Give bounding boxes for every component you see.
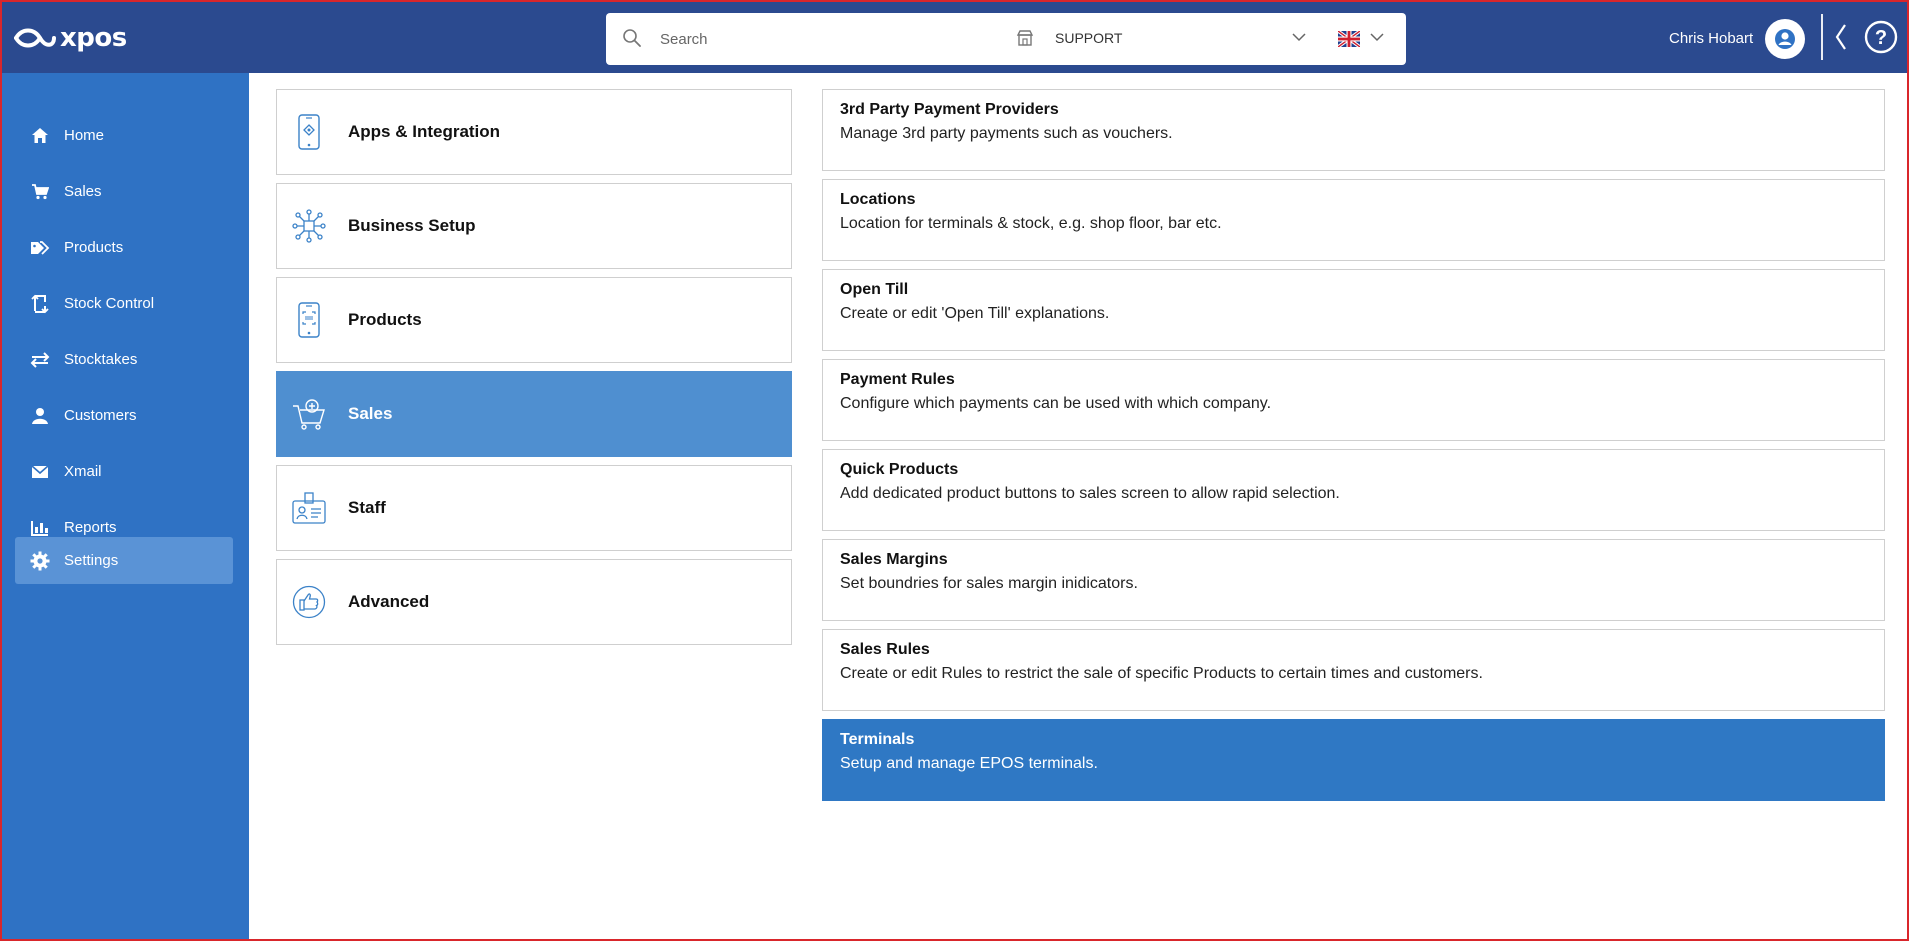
sidebar-item-label: Reports [64, 519, 117, 536]
avatar[interactable] [1765, 19, 1805, 59]
search-input[interactable] [660, 23, 990, 55]
sidebar-item-sales[interactable]: Sales [15, 168, 233, 215]
sidebar-item-label: Home [64, 127, 105, 144]
category-label: Products [348, 310, 422, 329]
help-icon[interactable]: ? [1864, 20, 1898, 54]
thumbs-up-icon [292, 582, 326, 622]
top-bar: xpos SUPPORT Chris Hobart [0, 0, 1909, 73]
home-icon [29, 125, 51, 147]
category-apps-integration[interactable]: Apps & Integration [276, 89, 792, 175]
option-locations[interactable]: Locations Location for terminals & stock… [822, 179, 1885, 261]
option-description: Create or edit 'Open Till' explanations. [840, 305, 1110, 322]
sidebar-item-label: Products [64, 239, 124, 256]
option-description: Setup and manage EPOS terminals. [840, 755, 1098, 772]
option-description: Manage 3rd party payments such as vouche… [840, 125, 1173, 142]
sidebar-item-label: Customers [64, 407, 137, 424]
collapse-icon[interactable] [1833, 23, 1849, 51]
option-description: Location for terminals & stock, e.g. sho… [840, 215, 1222, 232]
option-quick-products[interactable]: Quick Products Add dedicated product but… [822, 449, 1885, 531]
store-selector[interactable]: SUPPORT [1055, 30, 1122, 46]
sidebar-item-customers[interactable]: Customers [15, 392, 233, 439]
user-icon [29, 405, 51, 427]
search-icon [623, 29, 641, 47]
option-3rd-party-payment-providers[interactable]: 3rd Party Payment Providers Manage 3rd p… [822, 89, 1885, 171]
cart-add-icon [292, 394, 326, 434]
sidebar-item-label: Settings [64, 552, 119, 569]
logo-text: xpos [60, 23, 127, 53]
phone-app-icon [292, 112, 326, 152]
option-sales-rules[interactable]: Sales Rules Create or edit Rules to rest… [822, 629, 1885, 711]
sidebar-item-label: Xmail [64, 463, 102, 480]
option-title: Terminals [840, 731, 915, 748]
logo-swoosh-icon [14, 28, 56, 48]
sidebar-item-stocktakes[interactable]: Stocktakes [15, 336, 233, 383]
stock-icon [29, 293, 51, 315]
tag-icon [29, 237, 51, 259]
option-title: Quick Products [840, 461, 959, 478]
option-title: Locations [840, 191, 916, 208]
option-sales-margins[interactable]: Sales Margins Set boundries for sales ma… [822, 539, 1885, 621]
chevron-down-icon[interactable] [1292, 32, 1306, 42]
category-advanced[interactable]: Advanced [276, 559, 792, 645]
sidebar: Home Sales Products Stock Control Stockt… [0, 73, 249, 941]
svg-text:?: ? [1875, 27, 1887, 49]
option-description: Configure which payments can be used wit… [840, 395, 1272, 412]
option-description: Create or edit Rules to restrict the sal… [840, 665, 1483, 682]
id-badge-icon [292, 488, 326, 528]
option-description: Add dedicated product buttons to sales s… [840, 485, 1340, 502]
sidebar-item-products[interactable]: Products [15, 224, 233, 271]
option-title: Sales Rules [840, 641, 930, 658]
category-label: Staff [348, 498, 386, 517]
sidebar-item-settings[interactable]: Settings [15, 537, 233, 584]
network-icon [292, 206, 326, 246]
uk-flag-icon[interactable] [1338, 31, 1360, 47]
language-chevron-down-icon[interactable] [1370, 32, 1384, 42]
option-open-till[interactable]: Open Till Create or edit 'Open Till' exp… [822, 269, 1885, 351]
category-label: Business Setup [348, 216, 476, 235]
option-title: Payment Rules [840, 371, 955, 388]
sidebar-item-stock-control[interactable]: Stock Control [15, 280, 233, 327]
bar-chart-icon [29, 517, 51, 539]
option-payment-rules[interactable]: Payment Rules Configure which payments c… [822, 359, 1885, 441]
category-label: Sales [348, 404, 393, 423]
sidebar-item-home[interactable]: Home [15, 112, 233, 159]
search-bar: SUPPORT [606, 13, 1406, 65]
sidebar-item-xmail[interactable]: Xmail [15, 448, 233, 495]
category-products[interactable]: Products [276, 277, 792, 363]
sidebar-item-label: Stocktakes [64, 351, 138, 368]
option-terminals[interactable]: Terminals Setup and manage EPOS terminal… [822, 719, 1885, 801]
gear-icon [29, 550, 51, 572]
category-label: Advanced [348, 592, 430, 611]
option-title: Sales Margins [840, 551, 948, 568]
topbar-divider [1821, 14, 1823, 60]
xpos-logo[interactable]: xpos [14, 22, 127, 54]
category-label: Apps & Integration [348, 122, 501, 141]
transfer-icon [29, 349, 51, 371]
phone-scan-icon [292, 300, 326, 340]
option-description: Set boundries for sales margin inidicato… [840, 575, 1138, 592]
user-name[interactable]: Chris Hobart [1669, 30, 1753, 47]
category-sales[interactable]: Sales [276, 371, 792, 457]
sidebar-item-label: Sales [64, 183, 102, 200]
user-avatar-icon [1775, 29, 1795, 49]
sidebar-item-label: Stock Control [64, 295, 155, 312]
mail-icon [29, 461, 51, 483]
cart-icon [29, 181, 51, 203]
store-icon [1016, 30, 1034, 46]
option-title: 3rd Party Payment Providers [840, 101, 1059, 118]
category-staff[interactable]: Staff [276, 465, 792, 551]
option-title: Open Till [840, 281, 909, 298]
category-business-setup[interactable]: Business Setup [276, 183, 792, 269]
